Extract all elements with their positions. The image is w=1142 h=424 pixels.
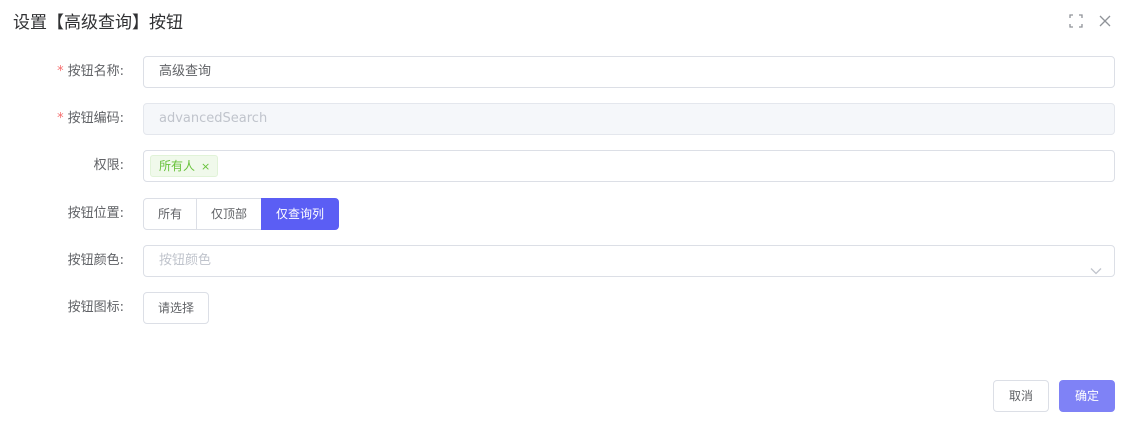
dialog: 设置【高级查询】按钮 * 按钮名称: 高级查询 * 按钮编码: advancedSe…: [0, 0, 1142, 424]
confirm-button[interactable]: 确定: [1059, 380, 1115, 412]
form-row-permission: 权限: 所有人 ×: [0, 150, 1142, 182]
chevron-down-icon: [1090, 257, 1102, 275]
form-row-code: * 按钮编码: advancedSearch: [0, 103, 1142, 135]
color-select-placeholder: 按钮颜色: [159, 253, 212, 268]
permission-tag-label: 所有人: [159, 159, 196, 173]
dialog-title: 设置【高级查询】按钮: [13, 13, 183, 33]
color-select[interactable]: 按钮颜色: [143, 245, 1115, 277]
permission-tag: 所有人 ×: [150, 155, 219, 177]
dialog-header: 设置【高级查询】按钮: [0, 0, 1142, 46]
close-icon[interactable]: [1097, 13, 1113, 29]
icon-label: 按钮图标:: [67, 300, 124, 315]
code-label-text: 按钮编码:: [67, 111, 124, 126]
form-row-icon: 按钮图标: 请选择: [0, 292, 1142, 324]
tag-close-icon[interactable]: ×: [201, 160, 210, 173]
code-input: advancedSearch: [143, 103, 1115, 135]
position-option-top[interactable]: 仅顶部: [196, 198, 263, 230]
permission-label: 权限:: [93, 158, 124, 173]
name-label-text: 按钮名称:: [67, 64, 124, 79]
position-option-query-column[interactable]: 仅查询列: [261, 198, 340, 230]
position-label: 按钮位置:: [67, 206, 124, 221]
form-row-color: 按钮颜色: 按钮颜色: [0, 245, 1142, 277]
code-label: * 按钮编码:: [57, 103, 124, 135]
color-label: 按钮颜色:: [67, 253, 124, 268]
choose-icon-button[interactable]: 请选择: [143, 292, 210, 324]
required-mark: *: [57, 111, 64, 126]
name-input[interactable]: 高级查询: [143, 56, 1115, 88]
fullscreen-icon[interactable]: [1068, 13, 1084, 29]
name-label: * 按钮名称:: [57, 56, 124, 88]
form-row-name: * 按钮名称: 高级查询: [0, 56, 1142, 88]
position-radio-group: 所有 仅顶部 仅查询列: [143, 198, 340, 230]
position-option-all[interactable]: 所有: [143, 198, 198, 230]
required-mark: *: [57, 64, 64, 79]
cancel-button[interactable]: 取消: [993, 380, 1049, 412]
form-row-position: 按钮位置: 所有 仅顶部 仅查询列: [0, 198, 1142, 230]
permission-select[interactable]: 所有人 ×: [143, 150, 1115, 182]
